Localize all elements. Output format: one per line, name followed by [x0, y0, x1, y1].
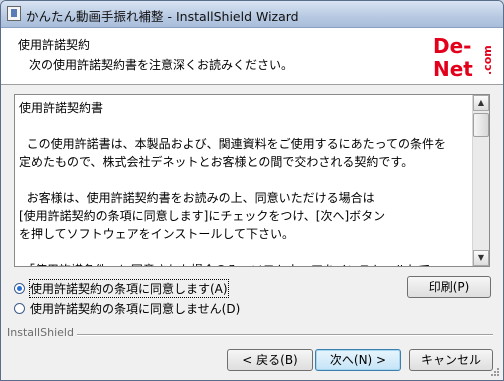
license-line: 定めたもので、株式会社デネットとお客様との間で交わされる契約です。 [19, 155, 414, 169]
svg-text:.com: .com [481, 45, 494, 75]
resize-grip-icon[interactable] [490, 367, 500, 377]
next-button[interactable]: 次へ(N) > [315, 349, 401, 371]
license-line: この使用許諾書は、本製品および、関連資料をご使用するにあたっての条件を [19, 137, 447, 151]
svg-text:Net: Net [433, 57, 473, 79]
installer-window: かんたん動画手振れ補整 - InstallShield Wizard 使用許諾契… [0, 0, 504, 381]
decline-option[interactable]: 使用許諾契約の条項に同意しません(D) [14, 299, 240, 317]
license-line [19, 243, 471, 261]
accept-label[interactable]: 使用許諾契約の条項に同意します(A) [29, 278, 229, 298]
scroll-thumb[interactable] [473, 113, 489, 137]
license-text-box[interactable]: 使用許諾契約書 この使用許諾書は、本製品および、関連資料をご使用するにあたっての… [14, 94, 490, 267]
print-button[interactable]: 印刷(P) [407, 276, 491, 298]
accept-option[interactable]: 使用許諾契約の条項に同意します(A) [14, 278, 229, 298]
title-bar[interactable]: かんたん動画手振れ補整 - InstallShield Wizard [1, 1, 503, 28]
svg-text:De-: De- [433, 34, 471, 58]
scroll-down-arrow-icon[interactable]: ▼ [473, 250, 489, 266]
scroll-up-arrow-icon[interactable]: ▲ [473, 95, 489, 111]
license-line: [使用許諾契約の条項に同意します]にチェックをつけ、[次へ]ボタン [19, 209, 386, 223]
license-line: お客様は、使用許諾契約書をお読みの上、同意いただける場合は [19, 191, 375, 205]
license-text: 使用許諾契約書 この使用許諾書は、本製品および、関連資料をご使用するにあたっての… [19, 99, 471, 266]
license-line: 「使用許諾条件」に同意された場合のみ、ソフトウェアをインストールして [19, 261, 471, 266]
step-title: 使用許諾契約 [18, 38, 91, 52]
accept-radio-button[interactable] [14, 282, 25, 294]
cancel-button[interactable]: キャンセル [409, 349, 493, 371]
license-line [19, 171, 471, 189]
decline-radio-button[interactable] [14, 302, 25, 314]
license-line: を押してソフトウェアをインストールして下さい。 [19, 227, 295, 241]
decline-label[interactable]: 使用許諾契約の条項に同意しません(D) [30, 300, 240, 317]
step-subtitle: 次の使用許諾契約書を注意深くお読みください。 [29, 58, 294, 72]
window-title: かんたん動画手振れ補整 - InstallShield Wizard [26, 9, 299, 24]
vertical-scrollbar[interactable]: ▲ ▼ [472, 95, 489, 266]
denet-logo: De- Net .com [433, 34, 494, 79]
license-line: 使用許諾契約書 [19, 101, 104, 115]
back-button[interactable]: < 戻る(B) [227, 349, 313, 371]
footer-divider [77, 334, 493, 336]
license-line [19, 117, 471, 135]
wizard-header: 使用許諾契約 次の使用許諾契約書を注意深くお読みください。 De- Net .c… [1, 28, 503, 85]
installshield-label: InstallShield [7, 326, 74, 339]
installer-app-icon [7, 6, 21, 21]
